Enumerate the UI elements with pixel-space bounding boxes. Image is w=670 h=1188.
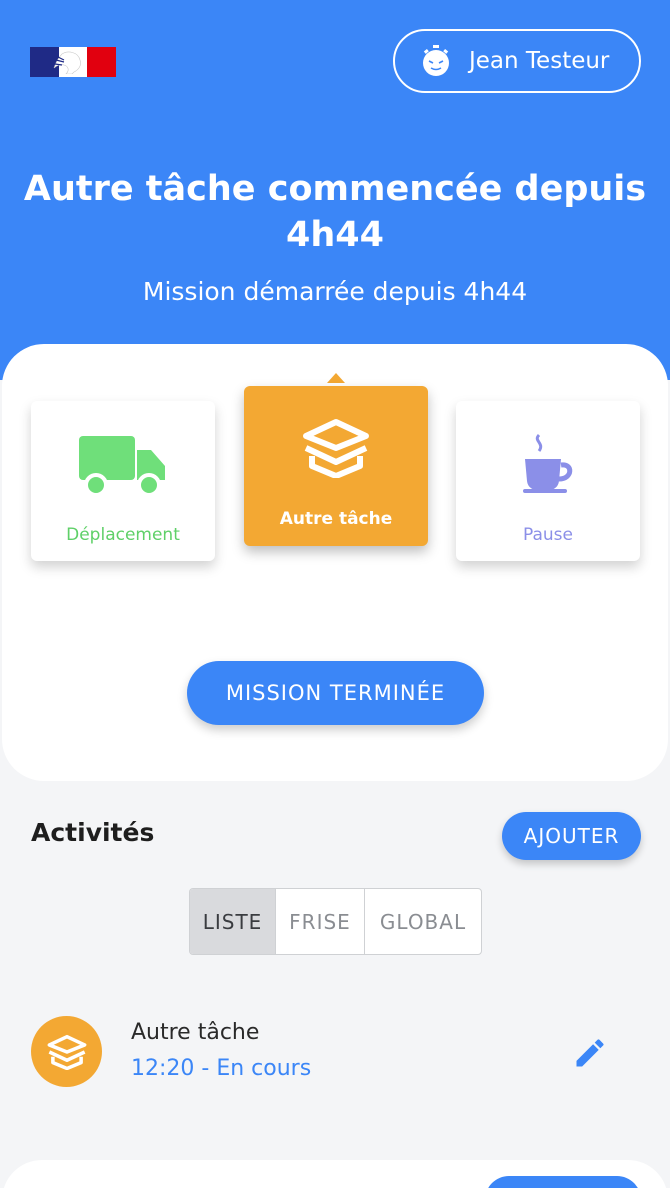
user-name: Jean Testeur	[469, 48, 610, 74]
end-mission-button[interactable]: MISSION TERMINÉE	[187, 661, 484, 725]
activity-pause-button[interactable]: Pause	[456, 401, 640, 561]
list-item-icon	[31, 1016, 102, 1087]
tab-liste[interactable]: LISTE	[190, 889, 276, 954]
box-icon	[47, 1034, 86, 1070]
activities-section-title: Activités	[31, 818, 155, 847]
activity-deplacement-label: Déplacement	[66, 525, 180, 545]
box-icon	[303, 419, 369, 478]
activity-autre-tache-label: Autre tâche	[279, 509, 393, 529]
republique-logo	[30, 47, 117, 77]
activity-autre-tache-button[interactable]: Autre tâche	[244, 386, 428, 546]
list-item-title: Autre tâche	[131, 1020, 260, 1045]
next-section-button[interactable]	[485, 1176, 641, 1188]
edit-pencil-icon[interactable]	[572, 1035, 608, 1071]
view-toggle: LISTE FRISE GLOBAL	[189, 888, 482, 955]
user-profile-button[interactable]: Jean Testeur	[393, 29, 641, 93]
marianne-icon	[53, 51, 81, 74]
activity-deplacement-button[interactable]: Déplacement	[31, 401, 215, 561]
add-activity-button[interactable]: AJOUTER	[502, 812, 641, 860]
list-item-subtitle: 12:20 - En cours	[131, 1056, 312, 1081]
activity-pause-label: Pause	[523, 525, 573, 545]
stopwatch-face-icon	[423, 45, 449, 76]
current-activity-title: Autre tâche commencée depuis 4h44	[23, 169, 647, 255]
mission-duration-subtitle: Mission démarrée depuis 4h44	[142, 277, 528, 306]
truck-icon	[79, 436, 165, 496]
coffee-icon	[523, 433, 573, 493]
tab-global[interactable]: GLOBAL	[365, 889, 481, 954]
header: Jean Testeur Autre tâche commencée depui…	[0, 0, 670, 380]
selected-activity-caret	[327, 373, 345, 383]
tab-frise[interactable]: FRISE	[276, 889, 365, 954]
